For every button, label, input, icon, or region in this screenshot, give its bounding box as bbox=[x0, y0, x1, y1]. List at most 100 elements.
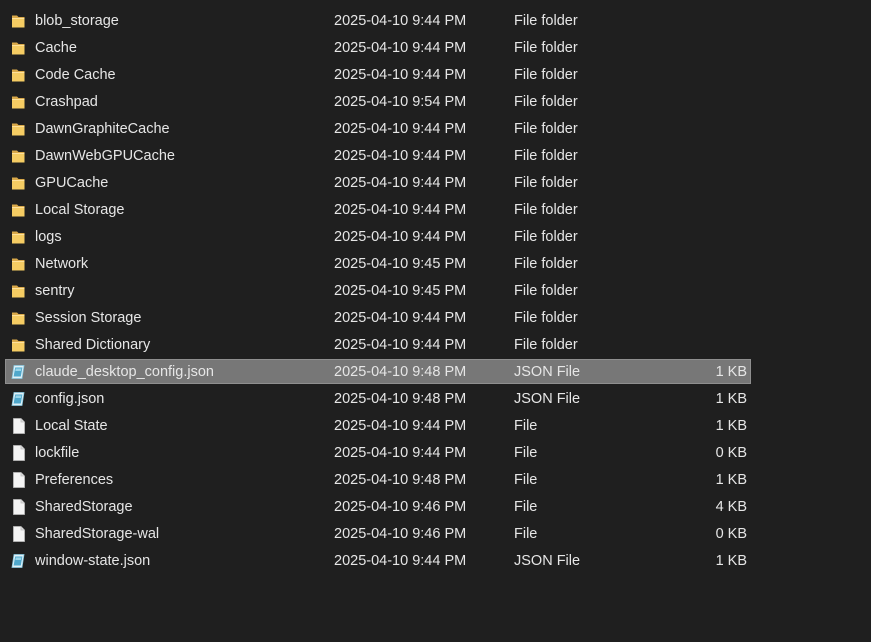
file-name: DawnGraphiteCache bbox=[35, 121, 170, 137]
date-modified: 2025-04-10 9:48 PM bbox=[334, 364, 467, 380]
file-type: File bbox=[514, 499, 538, 515]
file-type: File bbox=[514, 526, 538, 542]
file-size: 1 KB bbox=[715, 364, 747, 380]
date-modified: 2025-04-10 9:44 PM bbox=[334, 67, 467, 83]
file-size bbox=[560, 62, 747, 89]
file-icon bbox=[10, 498, 27, 516]
file-size: 0 KB bbox=[715, 526, 747, 542]
file-name: lockfile bbox=[35, 445, 80, 461]
folder-icon bbox=[10, 12, 27, 30]
file-name: Shared Dictionary bbox=[35, 337, 151, 353]
file-row[interactable]: SharedStorage-wal 2025-04-10 9:46 PM File 0… bbox=[0, 521, 871, 548]
folder-icon bbox=[10, 228, 27, 246]
file-row[interactable]: Network 2025-04-10 9:45 PM File folder bbox=[0, 251, 871, 278]
file-row[interactable]: Preferences 2025-04-10 9:48 PM File 1 KB bbox=[0, 467, 871, 494]
folder-icon bbox=[10, 39, 27, 57]
file-row[interactable]: config.json 2025-04-10 9:48 PM JSON File 1 … bbox=[0, 386, 871, 413]
file-name: Local Storage bbox=[35, 202, 125, 218]
file-size bbox=[560, 332, 747, 359]
folder-icon bbox=[10, 147, 27, 165]
date-modified: 2025-04-10 9:44 PM bbox=[334, 229, 467, 245]
file-name: Session Storage bbox=[35, 310, 142, 326]
file-row[interactable]: Cache 2025-04-10 9:44 PM File folder bbox=[0, 35, 871, 62]
file-name: Preferences bbox=[35, 472, 114, 488]
file-size bbox=[560, 224, 747, 251]
file-row[interactable]: SharedStorage 2025-04-10 9:46 PM File 4 KB bbox=[0, 494, 871, 521]
file-row[interactable]: Local Storage 2025-04-10 9:44 PM File fold… bbox=[0, 197, 871, 224]
file-size bbox=[560, 8, 747, 35]
json-file-icon bbox=[10, 390, 27, 408]
file-name: Cache bbox=[35, 40, 77, 56]
json-file-icon bbox=[10, 552, 27, 570]
date-modified: 2025-04-10 9:44 PM bbox=[334, 202, 467, 218]
file-size bbox=[560, 251, 747, 278]
file-name: claude_desktop_config.json bbox=[35, 364, 214, 380]
file-name: config.json bbox=[35, 391, 105, 407]
date-modified: 2025-04-10 9:46 PM bbox=[334, 499, 467, 515]
file-type: File bbox=[514, 418, 538, 434]
date-modified: 2025-04-10 9:48 PM bbox=[334, 391, 467, 407]
file-type: File bbox=[514, 445, 538, 461]
file-name: logs bbox=[35, 229, 62, 245]
folder-icon bbox=[10, 282, 27, 300]
file-row[interactable]: DawnGraphiteCache 2025-04-10 9:44 PM File … bbox=[0, 116, 871, 143]
file-name: SharedStorage-wal bbox=[35, 526, 160, 542]
file-size bbox=[560, 170, 747, 197]
file-name: Crashpad bbox=[35, 94, 98, 110]
date-modified: 2025-04-10 9:44 PM bbox=[334, 418, 467, 434]
file-row[interactable]: logs 2025-04-10 9:44 PM File folder bbox=[0, 224, 871, 251]
file-row[interactable]: Local State 2025-04-10 9:44 PM File 1 KB bbox=[0, 413, 871, 440]
date-modified: 2025-04-10 9:44 PM bbox=[334, 13, 467, 29]
file-row[interactable]: lockfile 2025-04-10 9:44 PM File 0 KB bbox=[0, 440, 871, 467]
file-name: Local State bbox=[35, 418, 108, 434]
file-size bbox=[560, 35, 747, 62]
file-size: 1 KB bbox=[715, 391, 747, 407]
date-modified: 2025-04-10 9:44 PM bbox=[334, 445, 467, 461]
file-name: Code Cache bbox=[35, 67, 116, 83]
file-row[interactable]: Shared Dictionary 2025-04-10 9:44 PM File … bbox=[0, 332, 871, 359]
file-size bbox=[560, 116, 747, 143]
json-file-icon bbox=[10, 363, 27, 381]
file-name: GPUCache bbox=[35, 175, 109, 191]
folder-icon bbox=[10, 336, 27, 354]
file-row[interactable]: GPUCache 2025-04-10 9:44 PM File folder bbox=[0, 170, 871, 197]
folder-icon bbox=[10, 174, 27, 192]
folder-icon bbox=[10, 255, 27, 273]
file-size: 4 KB bbox=[715, 499, 747, 515]
file-row[interactable]: claude_desktop_config.json 2025-04-10 9:4… bbox=[0, 359, 871, 386]
file-row[interactable]: Session Storage 2025-04-10 9:44 PM File fo… bbox=[0, 305, 871, 332]
file-icon bbox=[10, 525, 27, 543]
file-size bbox=[560, 89, 747, 116]
date-modified: 2025-04-10 9:44 PM bbox=[334, 337, 467, 353]
date-modified: 2025-04-10 9:44 PM bbox=[334, 148, 467, 164]
date-modified: 2025-04-10 9:45 PM bbox=[334, 256, 467, 272]
file-row[interactable]: window-state.json 2025-04-10 9:44 PM JSON … bbox=[0, 548, 871, 575]
file-row[interactable]: sentry 2025-04-10 9:45 PM File folder bbox=[0, 278, 871, 305]
date-modified: 2025-04-10 9:45 PM bbox=[334, 283, 467, 299]
file-size: 0 KB bbox=[715, 445, 747, 461]
folder-icon bbox=[10, 120, 27, 138]
date-modified: 2025-04-10 9:44 PM bbox=[334, 121, 467, 137]
file-name: window-state.json bbox=[35, 553, 151, 569]
file-icon bbox=[10, 417, 27, 435]
date-modified: 2025-04-10 9:44 PM bbox=[334, 310, 467, 326]
file-size: 1 KB bbox=[715, 418, 747, 434]
date-modified: 2025-04-10 9:44 PM bbox=[334, 175, 467, 191]
date-modified: 2025-04-10 9:54 PM bbox=[334, 94, 467, 110]
file-row[interactable]: DawnWebGPUCache 2025-04-10 9:44 PM File fo… bbox=[0, 143, 871, 170]
date-modified: 2025-04-10 9:48 PM bbox=[334, 472, 467, 488]
date-modified: 2025-04-10 9:44 PM bbox=[334, 553, 467, 569]
file-name: blob_storage bbox=[35, 13, 119, 29]
file-type: File bbox=[514, 472, 538, 488]
folder-icon bbox=[10, 201, 27, 219]
file-list: blob_storage 2025-04-10 9:44 PM File folde… bbox=[0, 8, 871, 575]
file-row[interactable]: Crashpad 2025-04-10 9:54 PM File folder bbox=[0, 89, 871, 116]
file-row[interactable]: Code Cache 2025-04-10 9:44 PM File folder bbox=[0, 62, 871, 89]
file-size: 1 KB bbox=[715, 472, 747, 488]
file-row[interactable]: blob_storage 2025-04-10 9:44 PM File folde… bbox=[0, 8, 871, 35]
file-size bbox=[560, 143, 747, 170]
file-size bbox=[560, 197, 747, 224]
folder-icon bbox=[10, 66, 27, 84]
file-size: 1 KB bbox=[715, 553, 747, 569]
file-size bbox=[560, 278, 747, 305]
